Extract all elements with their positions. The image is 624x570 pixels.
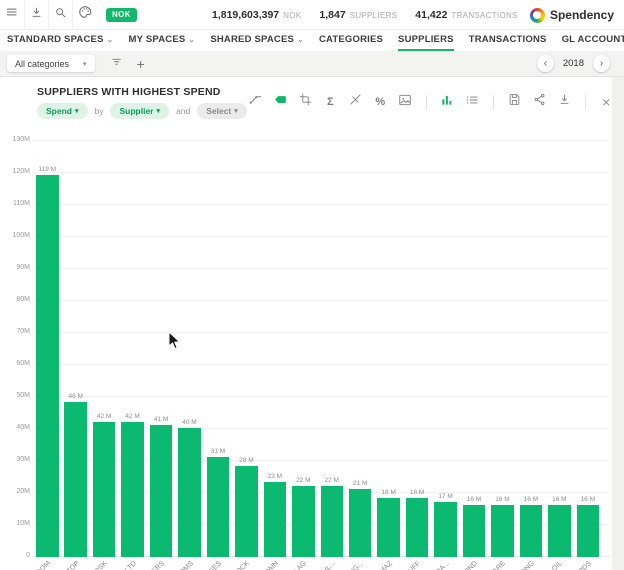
x-axis-label: N OIL [474,560,564,570]
bar[interactable] [406,498,429,557]
bar-value-label: 119 M [26,166,69,173]
y-axis-tick-label: 130M [0,136,30,143]
y-axis-tick-label: 60M [0,360,30,367]
bar[interactable] [264,482,287,557]
y-axis-tick-label: 20M [0,488,30,495]
gridline [33,364,610,365]
x-axis-label: RA LTD [48,560,138,570]
bar[interactable] [121,422,144,557]
bar[interactable] [292,486,315,557]
x-axis-label: ND AG [218,560,308,570]
bar[interactable] [434,502,457,557]
bar[interactable] [577,505,600,557]
gridline [33,396,610,397]
gridline [33,236,610,237]
bar-value-label: 21 M [339,480,382,487]
x-axis-label: STUFF [332,560,422,570]
bar[interactable] [36,175,59,557]
bar-chart: 010M20M30M40M50M60M70M80M90M100M110M120M… [0,0,624,570]
y-axis-tick-label: 0 [0,552,30,559]
x-axis-label: Y BIG... [275,560,365,570]
bar-value-label: 40 M [168,419,211,426]
x-axis-label: WARE [418,560,508,570]
gridline [33,204,610,205]
x-axis-label: AMAZ [304,560,394,570]
x-axis-label: COMS [105,560,195,570]
y-axis-tick-label: 70M [0,328,30,335]
y-axis-tick-label: 50M [0,392,30,399]
bar[interactable] [207,457,230,557]
gridline [33,332,610,333]
bar[interactable] [93,422,116,557]
bar[interactable] [548,505,571,557]
bar-value-label: 48 M [54,393,97,400]
x-axis-label: ARA... [361,560,451,570]
bar[interactable] [520,505,543,557]
y-axis-tick-label: 40M [0,424,30,431]
y-axis-tick-label: 100M [0,232,30,239]
gridline [33,300,610,301]
x-axis-label: SPAIN [190,560,280,570]
y-axis-tick-label: 90M [0,264,30,271]
bar[interactable] [150,425,173,557]
y-axis-tick-label: 30M [0,456,30,463]
bar[interactable] [491,505,514,557]
y-axis-tick-label: 110M [0,200,30,207]
y-axis-tick-label: 10M [0,520,30,527]
y-axis-tick-label: 80M [0,296,30,303]
bar[interactable] [377,498,400,557]
x-axis-label: NOCK [162,560,252,570]
bar[interactable] [64,402,87,557]
x-axis-label: 'TERS [76,560,166,570]
x-axis-label: LOND [389,560,479,570]
x-axis-label: . COM [0,560,52,570]
bar-value-label: 16 M [567,496,610,503]
gridline [33,172,610,173]
gridline [33,268,610,269]
bar[interactable] [463,505,486,557]
bar[interactable] [349,489,372,557]
bar-value-label: 31 M [197,448,240,455]
gridline [33,428,610,429]
x-axis-label: KONG [446,560,536,570]
x-axis-label: SUL... [247,560,337,570]
x-axis-label: AERSK [19,560,109,570]
x-axis-label: RISES [133,560,223,570]
gridline [33,460,610,461]
x-axis-label: ODS [503,560,593,570]
bar[interactable] [321,486,344,557]
gridline [33,140,610,141]
bar-value-label: 28 M [225,457,268,464]
